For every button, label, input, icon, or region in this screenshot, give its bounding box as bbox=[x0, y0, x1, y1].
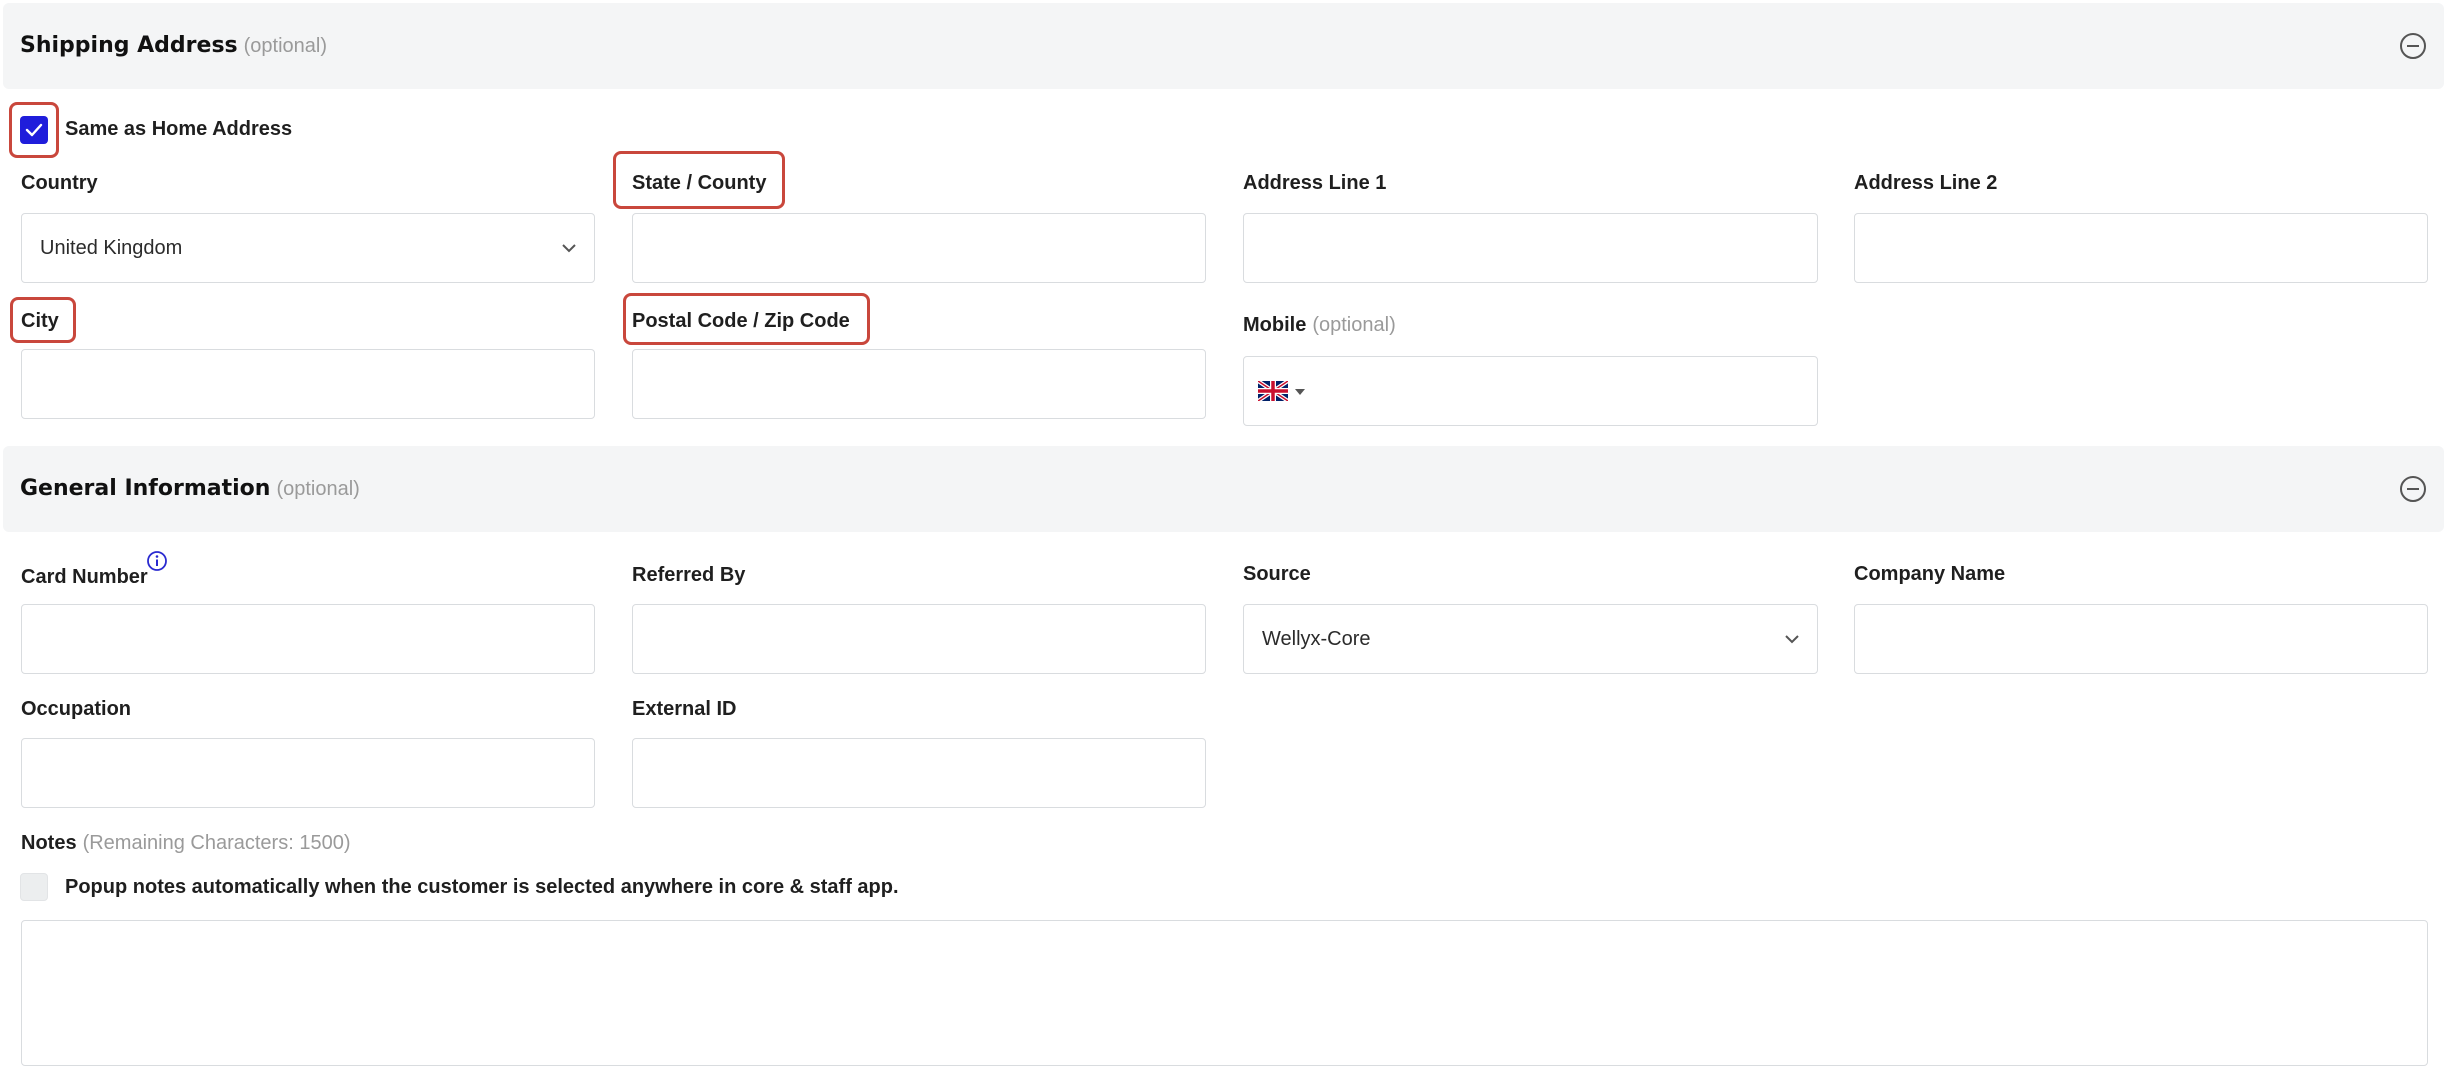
address-line-1-label: Address Line 1 bbox=[1243, 172, 1387, 194]
notes-textarea[interactable] bbox=[21, 920, 2428, 1066]
occupation-label: Occupation bbox=[21, 698, 132, 720]
popup-notes-label: Popup notes automatically when the custo… bbox=[65, 876, 899, 898]
company-name-input[interactable] bbox=[1854, 604, 2428, 674]
postal-code-input[interactable] bbox=[632, 349, 1206, 419]
source-select[interactable]: Wellyx-Core bbox=[1243, 604, 1818, 674]
postal-code-label: Postal Code / Zip Code bbox=[632, 310, 850, 332]
uk-flag-icon[interactable] bbox=[1258, 381, 1288, 401]
info-icon[interactable] bbox=[146, 550, 168, 572]
minus-circle-icon[interactable] bbox=[2399, 32, 2427, 60]
card-number-input[interactable] bbox=[21, 604, 595, 674]
external-id-input[interactable] bbox=[632, 738, 1206, 808]
state-county-label: State / County bbox=[632, 172, 767, 194]
source-label: Source bbox=[1243, 563, 1311, 585]
general-information-header[interactable]: General Information (optional) bbox=[3, 446, 2444, 532]
country-label: Country bbox=[21, 172, 98, 194]
shipping-address-header[interactable]: Shipping Address (optional) bbox=[3, 3, 2444, 89]
address-line-2-input[interactable] bbox=[1854, 213, 2428, 283]
caret-down-icon[interactable] bbox=[1295, 389, 1305, 395]
external-id-label: External ID bbox=[632, 698, 737, 720]
general-optional-tag: (optional) bbox=[276, 478, 360, 500]
mobile-input[interactable] bbox=[1243, 356, 1818, 426]
notes-remaining-count: (Remaining Characters: 1500) bbox=[82, 832, 351, 854]
address-line-2-label: Address Line 2 bbox=[1854, 172, 1998, 194]
address-line-1-input[interactable] bbox=[1243, 213, 1818, 283]
notes-label: Notes (Remaining Characters: 1500) bbox=[21, 832, 351, 854]
chevron-down-icon bbox=[562, 244, 576, 253]
card-number-label: Card Number bbox=[21, 566, 148, 588]
popup-notes-checkbox[interactable] bbox=[20, 873, 48, 901]
company-name-label: Company Name bbox=[1854, 563, 2006, 585]
city-input[interactable] bbox=[21, 349, 595, 419]
chevron-down-icon bbox=[1785, 635, 1799, 644]
general-information-title: General Information (optional) bbox=[20, 476, 360, 501]
country-value: United Kingdom bbox=[40, 237, 183, 259]
source-value: Wellyx-Core bbox=[1262, 628, 1371, 650]
referred-by-label: Referred By bbox=[632, 564, 746, 586]
occupation-input[interactable] bbox=[21, 738, 595, 808]
mobile-label: Mobile (optional) bbox=[1243, 314, 1396, 336]
same-as-home-label: Same as Home Address bbox=[65, 118, 293, 140]
check-icon bbox=[25, 123, 43, 137]
minus-circle-icon[interactable] bbox=[2399, 475, 2427, 503]
shipping-address-title: Shipping Address (optional) bbox=[20, 33, 328, 58]
state-county-input[interactable] bbox=[632, 213, 1206, 283]
referred-by-input[interactable] bbox=[632, 604, 1206, 674]
country-select[interactable]: United Kingdom bbox=[21, 213, 595, 283]
same-as-home-checkbox[interactable] bbox=[20, 116, 48, 144]
mobile-optional-tag: (optional) bbox=[1312, 314, 1396, 336]
shipping-optional-tag: (optional) bbox=[243, 35, 328, 57]
city-label: City bbox=[21, 310, 59, 332]
